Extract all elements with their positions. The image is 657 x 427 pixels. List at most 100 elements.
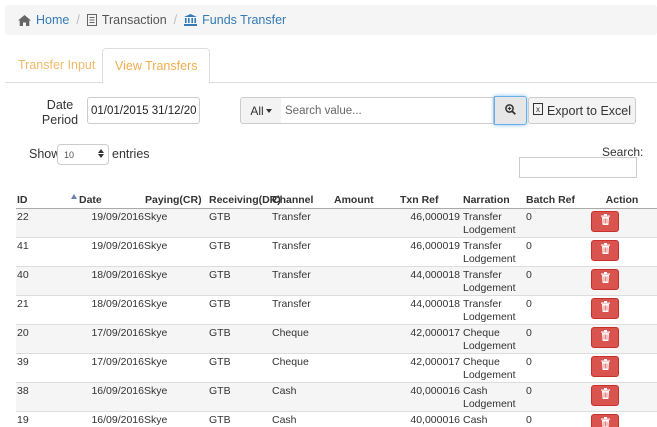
col-header-amount[interactable]: Amount [333, 192, 399, 209]
export-excel-button[interactable]: x Export to Excel [528, 97, 636, 124]
col-header-receiving[interactable]: Receiving(DR) [208, 192, 281, 209]
breadcrumb-home-label[interactable]: Home [36, 13, 69, 27]
filter-dropdown-button[interactable]: All [240, 97, 282, 124]
cell-receiving: GTB [208, 353, 271, 383]
tab-bar: Transfer Input View Transfers [5, 48, 657, 84]
cell-paying: Skye [144, 382, 208, 412]
cell-channel: Transfer [271, 295, 333, 325]
cell-id: 38 [16, 382, 78, 412]
entries-per-page-select[interactable]: 10 [57, 144, 109, 165]
document-icon [86, 14, 97, 26]
breadcrumb-funds-transfer[interactable]: Funds Transfer [184, 13, 286, 27]
cell-paying: Skye [144, 295, 208, 325]
cell-txn-ref: 42,000017 [399, 324, 462, 354]
table-search-input[interactable] [519, 157, 637, 178]
cell-action [587, 324, 657, 354]
select-arrows-icon [98, 149, 104, 158]
delete-button[interactable] [591, 239, 619, 261]
cell-date: 18/09/2016 [78, 295, 144, 325]
breadcrumb-transaction[interactable]: Transaction [86, 13, 167, 27]
breadcrumb-home[interactable]: Home [18, 13, 69, 27]
cell-paying: Skye [144, 411, 208, 427]
col-header-txn-ref[interactable]: Txn Ref [399, 192, 462, 209]
narration-line1: Cash [463, 413, 488, 426]
cell-channel: Cheque [271, 353, 333, 383]
delete-button[interactable] [591, 326, 619, 348]
cell-amount [333, 208, 399, 238]
cell-paying: Skye [144, 324, 208, 354]
col-header-channel[interactable]: Channel [271, 192, 333, 209]
table-row: 39 17/09/2016 Skye GTB Cheque 42,000017 Cheque… [16, 353, 657, 383]
date-label-line1: Date [46, 98, 74, 112]
breadcrumb-transaction-label[interactable]: Transaction [102, 13, 167, 27]
cell-batch-ref: 0 [525, 208, 587, 238]
cell-date: 19/09/2016 [78, 237, 144, 267]
col-header-batch-ref[interactable]: Batch Ref [525, 192, 587, 209]
cell-action [587, 208, 657, 238]
show-label: Show [29, 147, 61, 161]
tab-view-transfers[interactable]: View Transfers [102, 48, 211, 84]
cell-channel: Transfer [271, 266, 333, 296]
delete-button[interactable] [591, 297, 619, 319]
cell-receiving: GTB [208, 382, 271, 412]
cell-txn-ref: 40,000016 [399, 411, 462, 427]
cell-date: 17/09/2016 [78, 324, 144, 354]
cell-txn-ref: 44,000018 [399, 295, 462, 325]
cell-channel: Cheque [271, 324, 333, 354]
col-header-id[interactable]: ID [16, 192, 78, 209]
cell-action [587, 295, 657, 325]
cell-narration: Cheque Lodgement [462, 324, 525, 354]
narration-line1: Transfer [463, 210, 502, 223]
cell-channel: Cash [271, 411, 333, 427]
cell-batch-ref: 0 [525, 353, 587, 383]
cell-id: 19 [16, 411, 78, 427]
cell-paying: Skye [144, 266, 208, 296]
home-icon [18, 14, 31, 26]
delete-button[interactable] [591, 384, 619, 406]
cell-amount [333, 295, 399, 325]
cell-txn-ref: 46,000019 [399, 237, 462, 267]
cell-narration: Transfer Lodgement [462, 266, 525, 296]
cell-narration: CashLodgement [462, 411, 525, 427]
tab-transfer-input[interactable]: Transfer Input [6, 48, 107, 83]
narration-line2: Lodgement [463, 339, 516, 352]
cell-receiving: GTB [208, 237, 271, 267]
cell-paying: Skye [144, 353, 208, 383]
search-button[interactable] [494, 96, 527, 125]
cell-txn-ref: 46,000019 [399, 208, 462, 238]
date-period-input[interactable] [87, 97, 200, 124]
cell-amount [333, 411, 399, 427]
delete-button[interactable] [591, 355, 619, 377]
cell-batch-ref: 0 [525, 411, 587, 427]
table-row: 40 18/09/2016 Skye GTB Transfer 44,000018 Tran… [16, 266, 657, 296]
cell-narration: Transfer Lodgement [462, 295, 525, 325]
cell-amount [333, 266, 399, 296]
delete-button[interactable] [591, 210, 619, 232]
cell-amount [333, 382, 399, 412]
table-row: 1916/09/2016SkyeGTBCash40,000016CashLodg… [16, 411, 657, 427]
delete-button[interactable] [591, 268, 619, 290]
col-header-date[interactable]: Date [78, 192, 144, 209]
cell-narration: Transfer Lodgement [462, 237, 525, 267]
cell-paying: Skye [144, 208, 208, 238]
breadcrumb-separator: / [173, 13, 178, 27]
cell-date: 16/09/2016 [78, 411, 144, 427]
narration-line1: Transfer [463, 297, 502, 310]
cell-batch-ref: 0 [525, 324, 587, 354]
delete-button[interactable] [591, 413, 619, 427]
cell-narration: CashLodgement [462, 382, 525, 412]
col-header-narration[interactable]: Narration [462, 192, 525, 209]
cell-receiving: GTB [208, 324, 271, 354]
col-header-paying[interactable]: Paying(CR) [144, 192, 208, 209]
breadcrumb-funds-transfer-label[interactable]: Funds Transfer [202, 13, 286, 27]
entries-per-page-value: 10 [64, 149, 75, 160]
cell-batch-ref: 0 [525, 237, 587, 267]
trash-icon [600, 271, 610, 287]
cell-action [587, 353, 657, 383]
table-header-row: ID Date Paying(CR) Receiving(DR) Channel… [16, 192, 657, 209]
trash-icon [600, 213, 610, 229]
table-row: 41 19/09/2016 Skye GTB Transfer 46,000019 Tran… [16, 237, 657, 267]
search-value-input[interactable] [281, 97, 494, 124]
narration-line1: Transfer [463, 239, 502, 252]
table-row: 20 17/09/2016 Skye GTB Cheque 42,000017 Cheque… [16, 324, 657, 354]
